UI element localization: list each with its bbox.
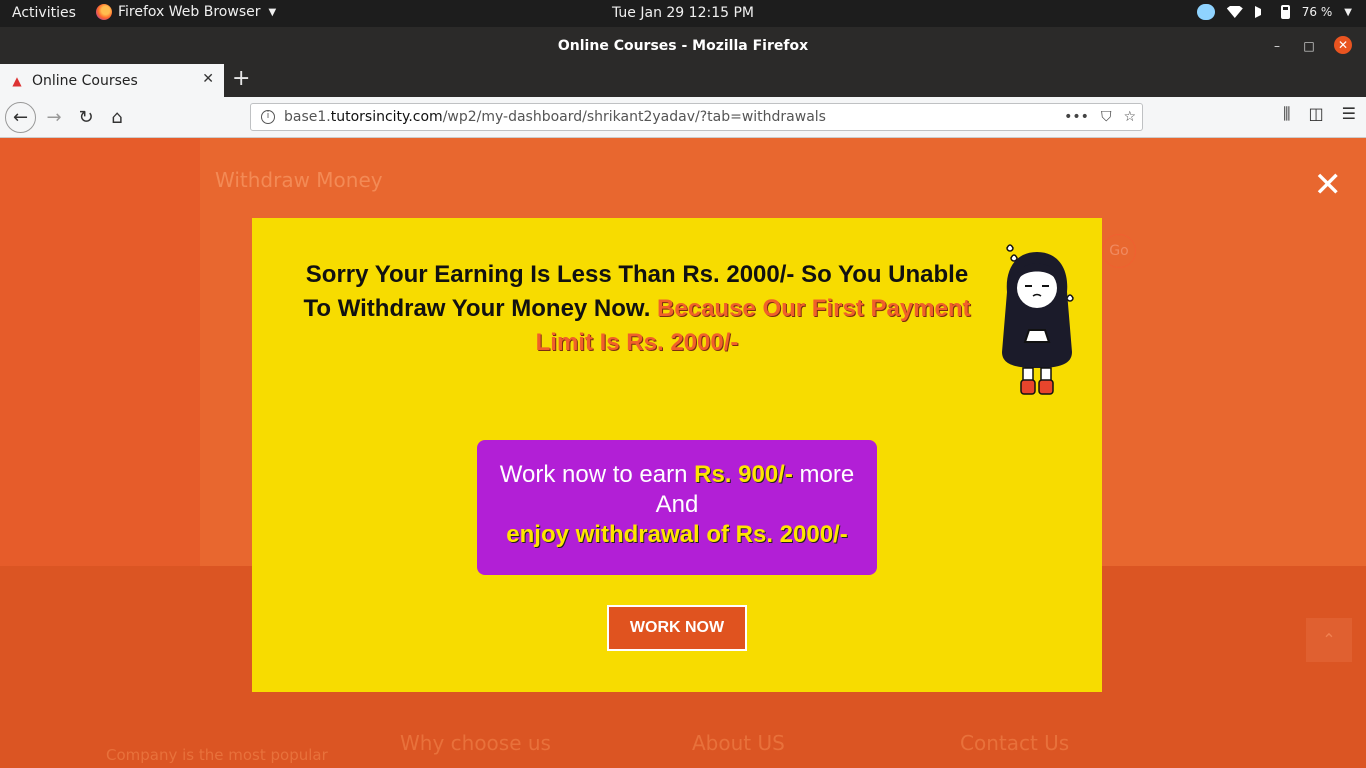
popup-headline: Sorry Your Earning Is Less Than Rs. 2000… — [292, 258, 982, 360]
app-menu-label: Firefox Web Browser — [118, 4, 261, 20]
offer-box: Work now to earn Rs. 900/- more And enjo… — [477, 440, 877, 575]
volume-icon — [1254, 6, 1269, 18]
footer-col-why: Why choose us — [400, 731, 551, 755]
tab-online-courses[interactable]: ▲ Online Courses ✕ — [0, 64, 224, 97]
url-bar[interactable]: i base1.tutorsincity.com/wp2/my-dashboar… — [250, 103, 1143, 131]
tab-label: Online Courses — [32, 72, 138, 89]
footer-col-contact: Contact Us — [960, 731, 1070, 755]
navigation-bar: ← → ↻ ⌂ i base1.tutorsincity.com/wp2/my-… — [0, 97, 1366, 138]
skype-icon[interactable] — [1196, 4, 1215, 20]
page-title: Withdraw Money — [215, 168, 383, 192]
app-menu[interactable]: Firefox Web Browser ▼ — [96, 4, 276, 20]
window-title-bar: Online Courses - Mozilla Firefox – □ ✕ — [0, 27, 1366, 64]
worried-girl-illustration — [1002, 244, 1074, 395]
offer-enjoy: enjoy withdrawal of Rs. 2000/- — [506, 521, 848, 548]
battery-percent: 76 % — [1301, 5, 1333, 19]
wifi-icon — [1226, 6, 1243, 18]
footer-intro: Company is the most popular — [106, 746, 328, 764]
page-actions-icon[interactable]: ••• — [1064, 104, 1089, 130]
reload-button[interactable]: ↻ — [72, 104, 100, 132]
url-prefix: base1. — [284, 109, 331, 125]
battery-icon — [1280, 5, 1290, 19]
bookmark-star-icon[interactable]: ☆ — [1123, 104, 1136, 130]
library-icon[interactable]: ⫼ — [1283, 104, 1290, 124]
work-now-button[interactable]: WORK NOW — [607, 605, 747, 651]
home-button[interactable]: ⌂ — [103, 104, 131, 132]
offer-suffix: more — [799, 461, 855, 488]
close-window-button[interactable]: ✕ — [1334, 36, 1352, 54]
close-popup-icon[interactable]: ✕ — [1314, 168, 1343, 202]
new-tab-button[interactable]: + — [232, 68, 250, 90]
offer-prefix: Work now to earn — [499, 461, 688, 488]
scroll-top-button: ⌃ — [1306, 618, 1352, 662]
activities-button[interactable]: Activities — [12, 5, 76, 21]
url-domain: tutorsincity.com — [330, 109, 443, 125]
offer-and: And — [655, 491, 699, 518]
minimize-button[interactable]: – — [1270, 39, 1284, 53]
url-path: /wp2/my-dashboard/shrikant2yadav/?tab=wi… — [442, 109, 826, 125]
system-top-bar: Activities Firefox Web Browser ▼ Tue Jan… — [0, 0, 1366, 27]
sidebar-icon[interactable]: ◫ — [1309, 104, 1324, 124]
window-title: Online Courses - Mozilla Firefox — [557, 38, 809, 54]
info-icon[interactable]: i — [261, 110, 275, 124]
system-tray[interactable]: 76 % ▼ — [1196, 4, 1352, 20]
back-button[interactable]: ← — [5, 102, 36, 133]
footer-col-about: About US — [692, 731, 785, 755]
go-button: Go — [1102, 234, 1136, 268]
close-tab-icon[interactable]: ✕ — [202, 71, 214, 87]
forward-button[interactable]: → — [40, 104, 68, 132]
earning-limit-popup: Sorry Your Earning Is Less Than Rs. 2000… — [252, 218, 1102, 692]
offer-amount: Rs. 900/- — [694, 461, 793, 488]
maximize-button[interactable]: □ — [1302, 39, 1316, 53]
hamburger-menu-icon[interactable]: ☰ — [1342, 104, 1356, 124]
pocket-icon[interactable]: ⛉ — [1101, 104, 1112, 130]
firefox-icon — [96, 4, 112, 20]
chevron-down-icon: ▼ — [268, 6, 277, 18]
site-favicon-icon: ▲ — [12, 73, 22, 88]
tab-bar: ▲ Online Courses ✕ + — [0, 64, 1366, 97]
chevron-down-icon: ▼ — [1344, 6, 1352, 18]
